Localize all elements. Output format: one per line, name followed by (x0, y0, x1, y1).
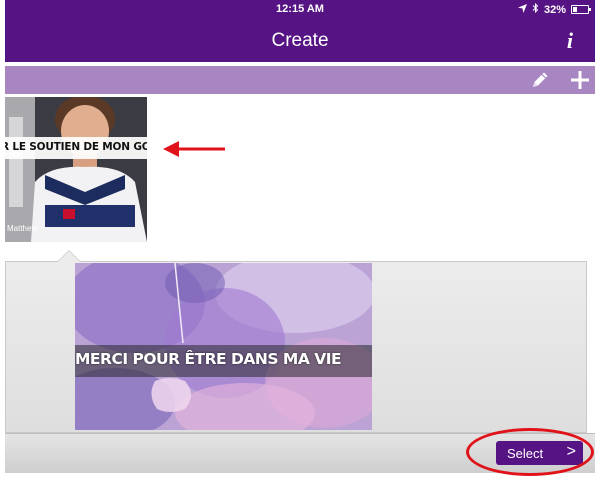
annotation-arrow-icon (163, 141, 225, 157)
battery-percent: 32% (543, 3, 566, 16)
thumbnail-photo (5, 97, 147, 242)
thumbnail-name: Matthew (7, 224, 38, 233)
nav-header: 12:15 AM 32% Create i (5, 0, 595, 62)
status-time: 12:15 AM (276, 3, 324, 15)
annotation-highlight (466, 428, 594, 476)
toolbar (5, 66, 595, 94)
pencil-icon[interactable] (529, 69, 551, 91)
panel-pointer (57, 250, 81, 262)
location-icon (517, 3, 527, 16)
battery-icon (571, 5, 591, 14)
bluetooth-icon (532, 2, 539, 16)
status-bar: 12:15 AM 32% (5, 0, 595, 18)
info-icon[interactable]: i (567, 28, 573, 54)
preview-title: MERCI POUR ÊTRE DANS MA VIE (75, 350, 342, 368)
theme-thumbnail[interactable]: R LE SOUTIEN DE MON GO Matthew (5, 97, 147, 242)
status-indicators: 32% (517, 2, 591, 16)
plus-icon[interactable] (569, 69, 591, 91)
preview-image: MERCI POUR ÊTRE DANS MA VIE (75, 263, 372, 430)
thumbnail-caption: R LE SOUTIEN DE MON GO (5, 141, 147, 153)
page-title: Create (271, 30, 329, 51)
